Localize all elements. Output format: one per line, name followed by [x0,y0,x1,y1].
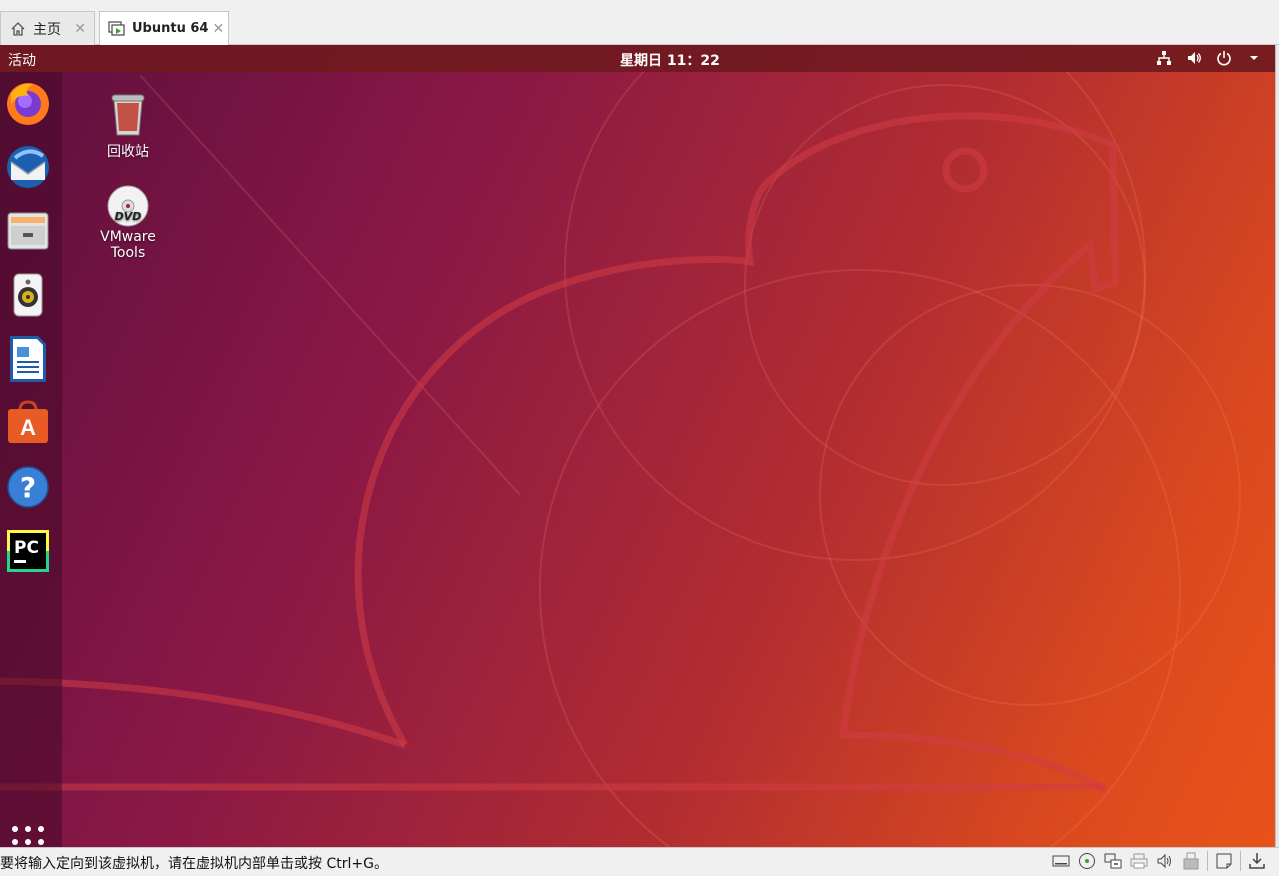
download-icon[interactable] [1247,851,1267,871]
dock-item-libreoffice-writer[interactable] [5,334,51,384]
show-applications-icon [12,826,44,845]
tab-ubuntu-64[interactable]: Ubuntu 64 ✕ [99,11,229,45]
desktop-icon-vmware-label-1: VMware [100,229,156,245]
svg-text:PC: PC [14,538,39,558]
tab-home-label: 主页 [33,21,61,38]
libreoffice-writer-icon [10,336,46,382]
rhythmbox-icon [13,273,43,317]
desktop-icon-vmware-tools[interactable]: DVD VMware Tools [88,185,168,261]
vm-icon [108,20,126,38]
desktop-icon-vmware-label-2: Tools [110,245,146,261]
sound-card-icon[interactable] [1155,851,1175,871]
wallpaper-art [0,45,1241,847]
volume-icon [1185,49,1203,67]
device-toolbar [1051,851,1267,871]
system-menu[interactable] [1155,49,1263,67]
files-icon [7,212,49,250]
thunderbird-icon [7,146,49,188]
clock[interactable]: 星期日 11：22 [620,50,720,70]
ubuntu-software-icon: A [8,400,48,443]
dvd-icon: DVD [107,185,149,227]
cd-dvd-icon[interactable] [1077,851,1097,871]
network-adapter-icon[interactable] [1103,851,1123,871]
dock-item-firefox[interactable] [5,78,51,128]
activities-button[interactable]: 活动 [8,50,36,70]
dock-item-thunderbird[interactable] [5,142,51,192]
usb-icon[interactable] [1181,851,1201,871]
dock-item-rhythmbox[interactable] [5,270,51,320]
desktop-icon-trash[interactable]: 回收站 [88,91,168,161]
close-icon[interactable]: ✕ [212,21,224,37]
vmware-status-bar: 要将输入定向到该虚拟机，请在虚拟机内部单击或按 Ctrl+G。 [0,847,1279,876]
device-toolbar-divider [1240,851,1241,871]
tab-ubuntu-label: Ubuntu 64 [132,21,209,36]
dock-item-help[interactable]: ? [5,462,51,512]
close-icon[interactable]: ✕ [74,21,86,37]
help-icon: ? [7,466,49,508]
dropdown-arrow-icon [1245,49,1263,67]
guest-display[interactable]: 活动 星期日 11：22 A ? PC 回收站 DVD VMware Tools [0,45,1275,847]
power-icon [1215,49,1233,67]
hard-disk-icon[interactable] [1051,851,1071,871]
dock-item-ubuntu-software[interactable]: A [5,398,51,448]
svg-text:DVD: DVD [115,210,142,223]
message-log-icon[interactable] [1214,851,1234,871]
trash-icon [111,94,145,136]
gnome-top-bar: 活动 星期日 11：22 [0,45,1275,72]
vmware-tab-bar: 主页 ✕ Ubuntu 64 ✕ [0,0,1279,45]
pycharm-icon: PC [7,530,49,572]
vmware-window: 主页 ✕ Ubuntu 64 ✕ 活动 星期日 11：22 A ? PC 回收站… [0,0,1279,876]
svg-text:?: ? [20,471,36,504]
dock-item-files[interactable] [5,206,51,256]
device-toolbar-divider [1207,851,1208,871]
firefox-icon [7,83,49,125]
network-wired-icon [1155,49,1173,67]
show-applications-button[interactable] [10,824,46,847]
desktop-icon-trash-label: 回收站 [107,144,149,160]
dock-item-pycharm[interactable]: PC [5,526,51,576]
svg-text:A: A [20,415,36,440]
tab-home[interactable]: 主页 ✕ [0,11,95,45]
printer-icon[interactable] [1129,851,1149,871]
window-right-edge [1275,45,1279,847]
home-icon [9,20,27,38]
dock: A ? PC [0,72,62,847]
status-message: 要将输入定向到该虚拟机，请在虚拟机内部单击或按 Ctrl+G。 [0,856,388,872]
